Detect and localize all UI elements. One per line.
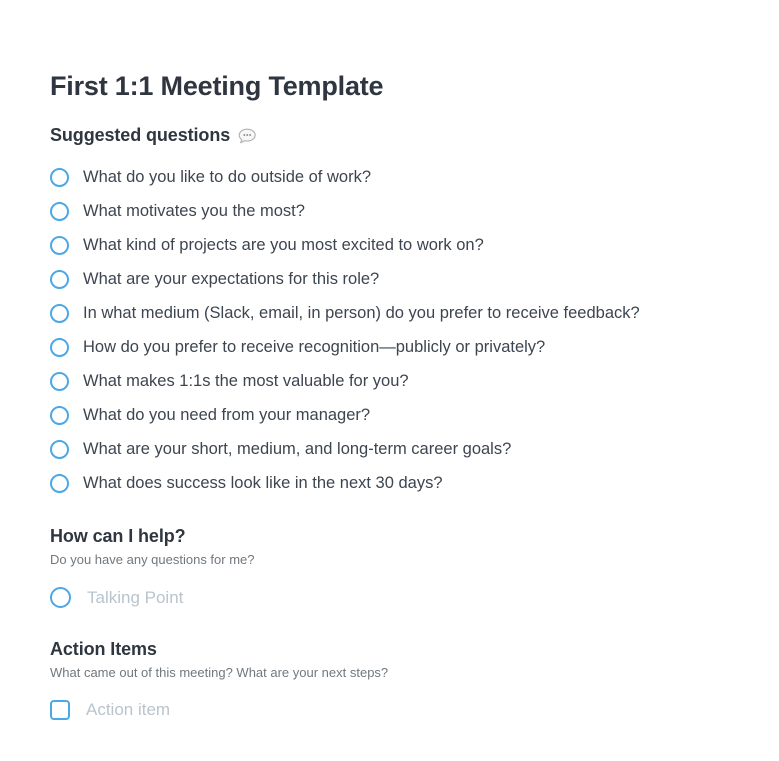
checkbox-circle-icon[interactable]: [50, 201, 69, 221]
list-item[interactable]: What are your expectations for this role…: [50, 262, 729, 296]
how-can-i-help-title: How can I help?: [50, 526, 186, 547]
question-text: What do you need from your manager?: [83, 405, 371, 424]
checkbox-circle-icon[interactable]: [50, 439, 69, 459]
checkbox-circle-icon[interactable]: [50, 235, 69, 255]
talking-point-placeholder[interactable]: Talking Point: [87, 587, 183, 609]
list-item[interactable]: What does success look like in the next …: [50, 466, 729, 500]
action-items-description: What came out of this meeting? What are …: [50, 664, 389, 680]
page-title: First 1:1 Meeting Template: [50, 71, 384, 101]
question-text: What are your expectations for this role…: [83, 269, 380, 288]
checkbox-circle-icon[interactable]: [50, 473, 69, 493]
question-text: What are your short, medium, and long-te…: [83, 439, 512, 458]
checkbox-square-icon[interactable]: [50, 700, 70, 721]
question-text: What do you like to do outside of work?: [83, 167, 371, 186]
question-text: In what medium (Slack, email, in person)…: [83, 303, 640, 322]
talking-point-row[interactable]: Talking Point: [50, 583, 729, 613]
action-item-placeholder[interactable]: Action item: [86, 699, 170, 721]
list-item[interactable]: What do you like to do outside of work?: [50, 160, 729, 194]
speech-bubble-icon[interactable]: [238, 128, 257, 145]
checkbox-circle-icon[interactable]: [50, 587, 71, 609]
checkbox-circle-icon[interactable]: [50, 269, 69, 289]
how-can-i-help-description: Do you have any questions for me?: [50, 552, 255, 568]
checkbox-circle-icon[interactable]: [50, 337, 69, 357]
checkbox-circle-icon[interactable]: [50, 371, 69, 391]
list-item[interactable]: How do you prefer to receive recognition…: [50, 330, 729, 364]
question-text: How do you prefer to receive recognition…: [83, 337, 546, 356]
action-item-row[interactable]: Action item: [50, 695, 729, 725]
list-item[interactable]: What do you need from your manager?: [50, 398, 729, 432]
action-items-title: Action Items: [50, 638, 157, 659]
meeting-template-document: First 1:1 Meeting Template Suggested que…: [0, 0, 779, 761]
checkbox-circle-icon[interactable]: [50, 167, 69, 187]
list-item[interactable]: What are your short, medium, and long-te…: [50, 432, 729, 466]
question-text: What does success look like in the next …: [83, 473, 443, 492]
list-item[interactable]: What makes 1:1s the most valuable for yo…: [50, 364, 729, 398]
question-text: What makes 1:1s the most valuable for yo…: [83, 371, 409, 390]
question-text: What kind of projects are you most excit…: [83, 235, 484, 254]
how-can-i-help-section: How can I help? Do you have any question…: [50, 526, 729, 613]
list-item[interactable]: What kind of projects are you most excit…: [50, 228, 729, 262]
suggested-questions-header: Suggested questions: [50, 125, 729, 146]
suggested-questions-list: What do you like to do outside of work? …: [50, 160, 729, 500]
suggested-questions-heading: Suggested questions: [50, 125, 231, 146]
checkbox-circle-icon[interactable]: [50, 405, 69, 425]
checkbox-circle-icon[interactable]: [50, 303, 69, 323]
question-text: What motivates you the most?: [83, 201, 305, 220]
list-item[interactable]: What motivates you the most?: [50, 194, 729, 228]
list-item[interactable]: In what medium (Slack, email, in person)…: [50, 296, 729, 330]
action-items-section: Action Items What came out of this meeti…: [50, 639, 729, 726]
